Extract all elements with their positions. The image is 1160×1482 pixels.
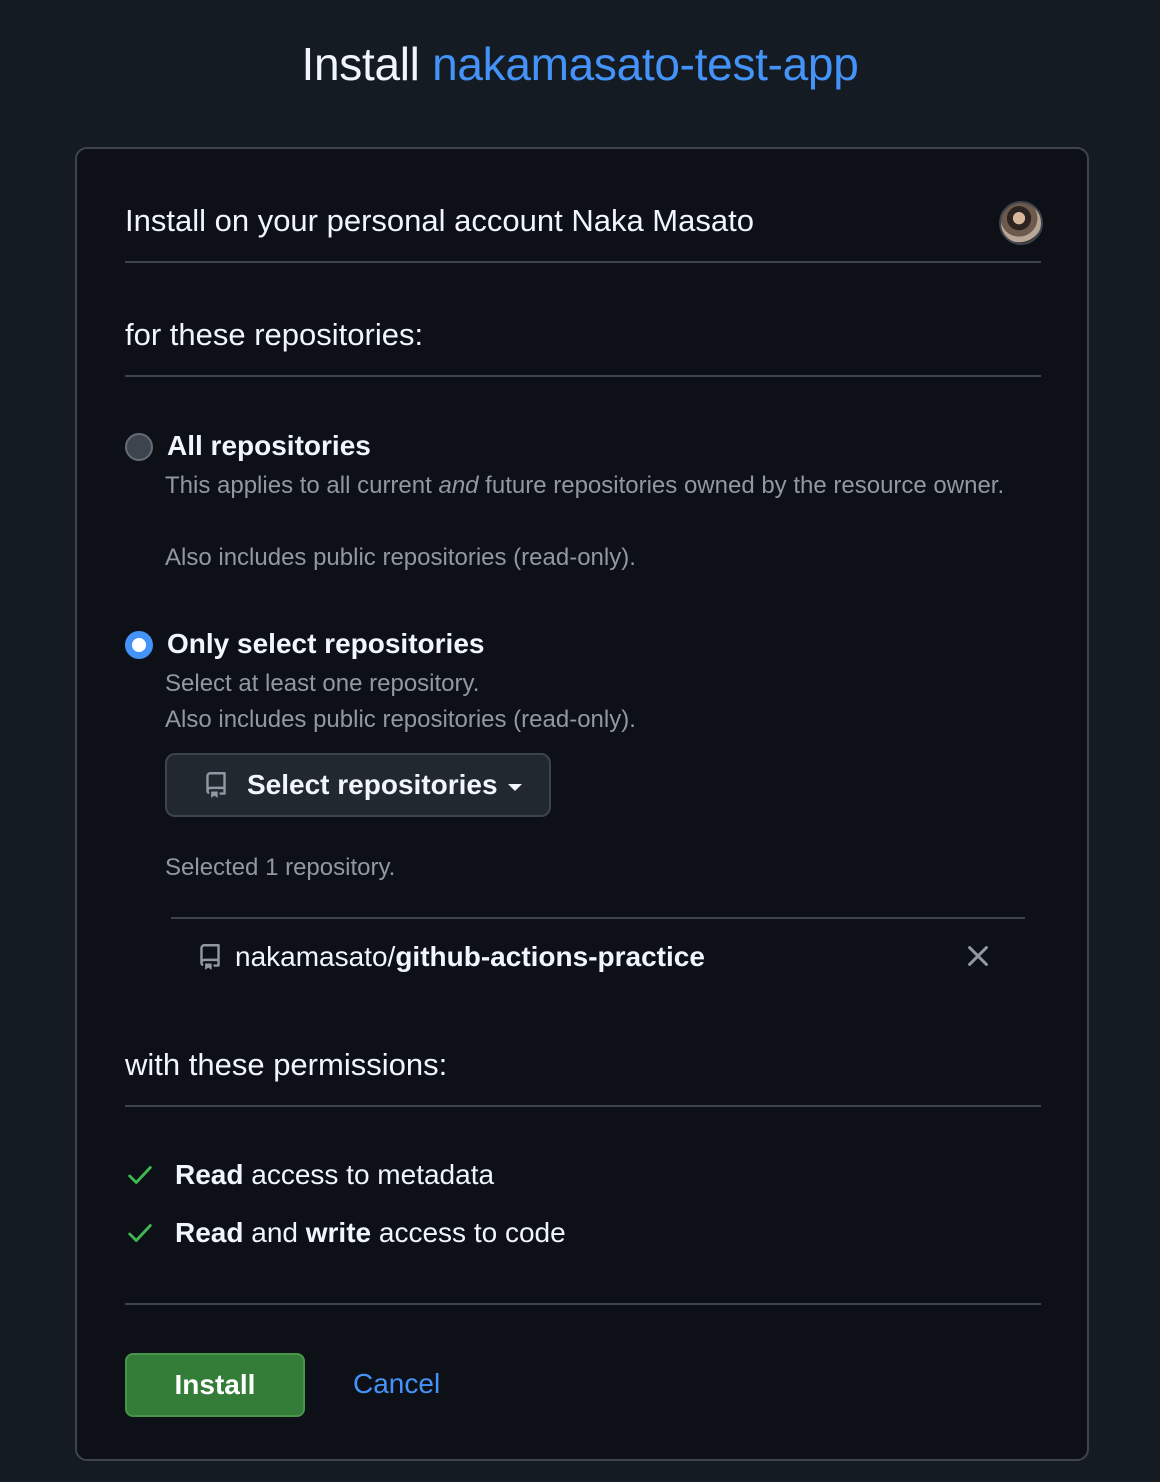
select-repositories-button[interactable]: Select repositories — [165, 753, 551, 817]
permission-level: write — [305, 1217, 372, 1248]
select-repositories-label: Select repositories — [247, 769, 498, 800]
all-repositories-note: Also includes public repositories (read-… — [165, 544, 636, 571]
account-section: Install on your personal account Naka Ma… — [125, 201, 1041, 241]
list-item: nakamasato/github-actions-practice — [197, 935, 997, 979]
desc-text: future repositories owned by the resourc… — [478, 472, 1005, 499]
repositories-section-title: for these repositories: — [125, 317, 424, 352]
permissions-section: with these permissions: — [125, 1045, 1041, 1085]
divider — [125, 261, 1041, 263]
permission-item: Read access to metadata — [125, 1157, 494, 1193]
selected-count: Selected 1 repository. — [165, 854, 396, 881]
page-title: Install nakamasato-test-app — [0, 34, 1160, 94]
divider — [171, 917, 1025, 919]
permission-level: Read — [175, 1159, 244, 1190]
close-icon[interactable] — [963, 941, 993, 971]
cancel-link[interactable]: Cancel — [353, 1365, 440, 1403]
caret-down-icon — [507, 783, 522, 791]
divider — [125, 1105, 1041, 1107]
desc-text: This applies to all current — [165, 472, 439, 499]
all-repositories-description: This applies to all current and future r… — [165, 468, 1005, 504]
install-card: Install on your personal account Naka Ma… — [75, 147, 1089, 1461]
repo-name: github-actions-practice — [395, 941, 705, 972]
all-repositories-radio[interactable] — [125, 433, 153, 461]
repo-icon — [206, 772, 226, 798]
avatar — [999, 201, 1043, 245]
account-title: Install on your personal account Naka Ma… — [125, 203, 754, 238]
check-icon — [128, 1224, 152, 1242]
permission-level: Read — [175, 1217, 244, 1248]
divider — [125, 1303, 1041, 1305]
app-name-link[interactable]: nakamasato-test-app — [432, 38, 859, 90]
only-select-note: Also includes public repositories (read-… — [165, 706, 636, 733]
repo-icon — [200, 944, 220, 970]
page-title-prefix: Install — [301, 38, 420, 90]
only-select-repositories-radio[interactable] — [125, 631, 153, 659]
install-button[interactable]: Install — [125, 1353, 305, 1417]
repo-owner: nakamasato/ — [235, 941, 396, 972]
divider — [125, 375, 1041, 377]
repositories-section: for these repositories: — [125, 315, 1041, 355]
only-select-repositories-label[interactable]: Only select repositories — [167, 626, 484, 662]
permission-item: Read and write access to code — [125, 1215, 566, 1251]
only-select-description: Select at least one repository. — [165, 670, 480, 697]
permission-text: access to code — [371, 1217, 566, 1248]
desc-emphasis: and — [438, 472, 479, 499]
permission-text: and — [243, 1217, 306, 1248]
all-repositories-label[interactable]: All repositories — [167, 428, 371, 464]
check-icon — [128, 1166, 152, 1184]
permissions-section-title: with these permissions: — [125, 1047, 448, 1082]
permission-text: access to metadata — [243, 1159, 495, 1190]
